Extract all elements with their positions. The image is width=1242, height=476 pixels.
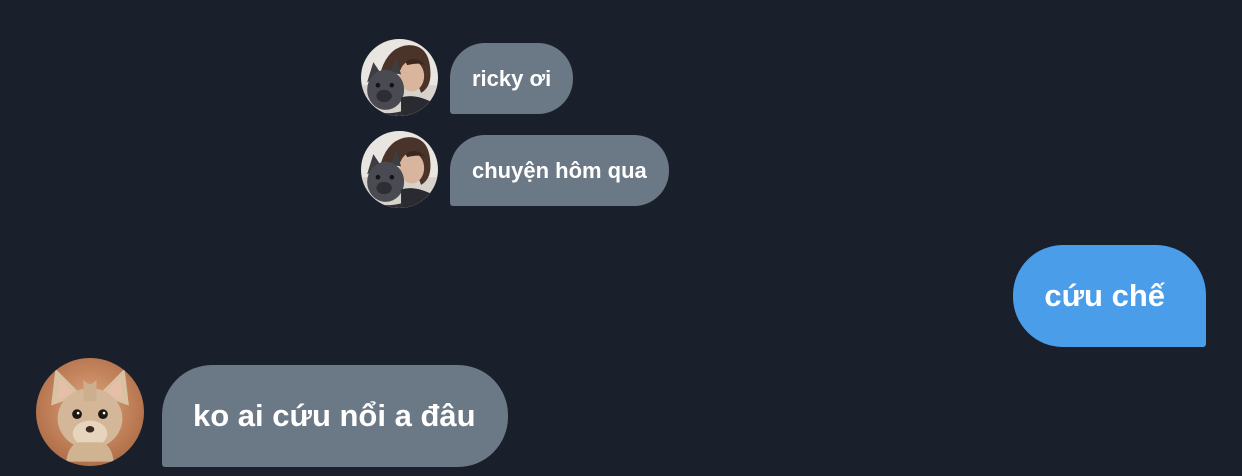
- person-with-dog-avatar-icon: [361, 131, 438, 208]
- chihuahua-avatar-icon: [36, 358, 144, 466]
- message-text: chuyện hôm qua: [472, 157, 647, 183]
- message-bubble-incoming[interactable]: ko ai cứu nổi a đâu: [162, 365, 508, 467]
- message-bubble-incoming[interactable]: ricky ơi: [450, 43, 574, 114]
- sender-avatar[interactable]: [361, 131, 438, 208]
- message-bubble-incoming[interactable]: chuyện hôm qua: [450, 135, 669, 206]
- message-text: ricky ơi: [472, 65, 552, 91]
- message-bubble-outgoing[interactable]: cứu chế: [1013, 245, 1206, 347]
- message-text: ko ai cứu nổi a đâu: [193, 398, 476, 433]
- sender-avatar[interactable]: [361, 39, 438, 116]
- sender-avatar[interactable]: [36, 358, 144, 466]
- message-text: cứu chế: [1044, 278, 1165, 313]
- person-with-dog-avatar-icon: [361, 39, 438, 116]
